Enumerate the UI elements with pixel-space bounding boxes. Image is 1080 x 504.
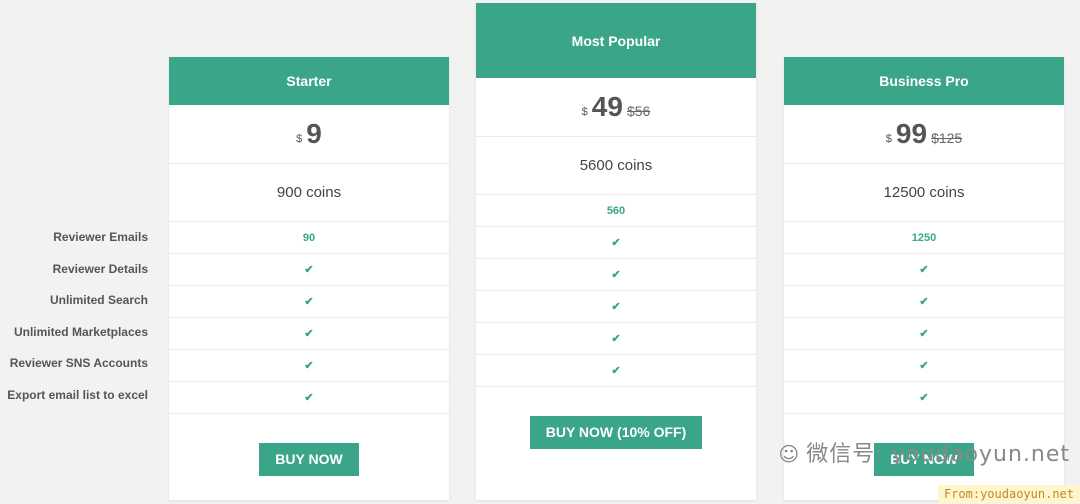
check-row: ✔ <box>169 350 449 382</box>
check-row: ✔ <box>784 382 1064 414</box>
feature-label-unlimited-marketplaces: Unlimited Marketplaces <box>13 324 148 339</box>
plan-price: $ 99 $125 <box>784 105 1064 164</box>
check-icon: ✔ <box>304 296 314 308</box>
plan-coins: 12500 coins <box>784 164 1064 222</box>
feature-label-reviewer-sns: Reviewer SNS Accounts <box>9 356 148 370</box>
check-row: ✔ <box>476 227 756 259</box>
currency-symbol: $ <box>885 133 892 145</box>
feature-label-unlimited-search: Unlimited Search <box>49 293 148 307</box>
check-row: ✔ <box>784 318 1064 350</box>
check-row: ✔ <box>169 286 449 318</box>
buy-now-button-most-popular[interactable]: BUY NOW (10% OFF) <box>529 415 703 449</box>
check-icon: ✔ <box>304 264 314 276</box>
buy-now-button-starter[interactable]: BUY NOW <box>259 442 359 476</box>
check-row: ✔ <box>476 323 756 355</box>
plan-card-most-popular: Most Popular $ 49 $56 5600 coins 560 ✔ ✔… <box>476 3 756 500</box>
check-icon: ✔ <box>611 237 621 249</box>
watermark: ☺ 微信号: youdaoyun.net <box>778 436 1070 468</box>
check-icon: ✔ <box>611 269 621 281</box>
check-icon: ✔ <box>611 333 621 345</box>
price-amount: 9 <box>306 118 322 149</box>
check-row: ✔ <box>169 318 449 350</box>
plan-title: Business Pro <box>784 57 1064 105</box>
plan-price: $ 49 $56 <box>476 78 756 137</box>
check-icon: ✔ <box>919 360 929 372</box>
check-icon: ✔ <box>304 360 314 372</box>
feature-labels: Reviewer Emails Reviewer Details Unlimit… <box>0 222 160 411</box>
reviewer-emails-value: 90 <box>169 222 449 254</box>
plan-coins: 5600 coins <box>476 137 756 195</box>
check-row: ✔ <box>784 286 1064 318</box>
plan-price: $ 9 <box>169 105 449 164</box>
check-row: ✔ <box>169 254 449 286</box>
original-price: $56 <box>626 103 651 119</box>
reviewer-emails-value: 560 <box>476 195 756 227</box>
check-row: ✔ <box>476 259 756 291</box>
check-row: ✔ <box>169 382 449 414</box>
feature-label-reviewer-emails: Reviewer Emails <box>53 230 148 244</box>
feature-label-reviewer-details: Reviewer Details <box>52 261 148 276</box>
currency-symbol: $ <box>296 133 303 145</box>
plan-card-business-pro: Business Pro $ 99 $125 12500 coins 1250 … <box>784 57 1064 500</box>
check-icon: ✔ <box>611 301 621 313</box>
price-amount: 49 <box>591 91 623 122</box>
check-row: ✔ <box>476 355 756 387</box>
check-icon: ✔ <box>304 328 314 340</box>
check-row: ✔ <box>476 291 756 323</box>
price-amount: 99 <box>895 118 928 149</box>
button-area: BUY NOW <box>169 414 449 504</box>
check-icon: ✔ <box>919 392 929 404</box>
check-icon: ✔ <box>919 264 929 276</box>
plan-card-starter: Starter $ 9 900 coins 90 ✔ ✔ ✔ ✔ ✔ BUY N… <box>169 57 449 500</box>
check-icon: ✔ <box>919 296 929 308</box>
plan-title: Starter <box>169 57 449 105</box>
source-watermark: From:youdaoyun.net <box>937 485 1080 503</box>
wechat-icon: ☺ <box>778 442 801 466</box>
currency-symbol: $ <box>581 106 588 118</box>
feature-label-export-excel: Export email list to excel <box>7 387 148 402</box>
check-icon: ✔ <box>304 392 314 404</box>
check-row: ✔ <box>784 350 1064 382</box>
plan-title: Most Popular <box>476 3 756 78</box>
check-icon: ✔ <box>611 365 621 377</box>
original-price: $125 <box>931 130 963 146</box>
reviewer-emails-value: 1250 <box>784 222 1064 254</box>
check-row: ✔ <box>784 254 1064 286</box>
plan-coins: 900 coins <box>169 164 449 222</box>
watermark-text: 微信号: youdaoyun.net <box>806 442 1070 467</box>
button-area: BUY NOW (10% OFF) <box>476 387 756 477</box>
check-icon: ✔ <box>919 328 929 340</box>
